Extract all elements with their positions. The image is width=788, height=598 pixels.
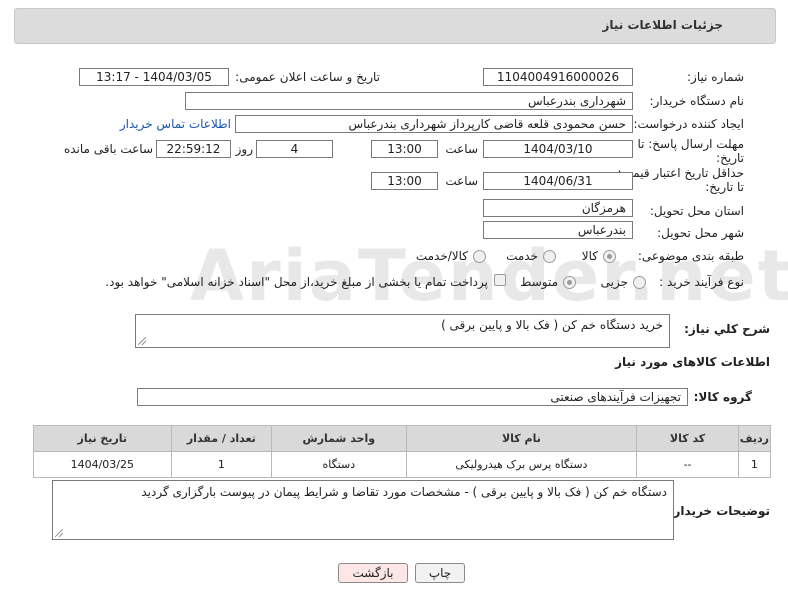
description-text: خرید دستگاه خم کن ( فک بالا و پایین برقی… — [441, 318, 663, 332]
col-header-quantity: تعداد / مقدار — [170, 425, 273, 452]
city-label: شهر محل تحویل: — [657, 226, 744, 240]
col-header-need-date: تاریخ نیاز — [33, 425, 172, 452]
col-header-row-number: ردیف — [737, 425, 772, 452]
buyer-org-field: شهرداری بندرعباس — [185, 92, 633, 110]
cell-item-code: -- — [636, 451, 739, 478]
table-row: 1 -- دستگاه پرس برک هیدرولیکی دستگاه 1 1… — [33, 451, 772, 478]
resize-handle-icon[interactable] — [138, 337, 146, 345]
buyer-contact-link[interactable]: اطلاعات تماس خریدار — [120, 117, 231, 131]
page-title: جزئیات اطلاعات نیاز — [602, 18, 723, 32]
province-label: استان محل تحویل: — [649, 204, 744, 218]
goods-group-field: تجهیزات فرآیندهای صنعتی — [137, 388, 688, 406]
treasury-payment-note: پرداخت تمام یا بخشی از مبلغ خرید،از محل … — [105, 275, 488, 289]
cell-item-name: دستگاه پرس برک هیدرولیکی — [405, 451, 638, 478]
buyer-org-label: نام دستگاه خریدار: — [649, 94, 745, 108]
process-option-minor: جزیی — [600, 275, 628, 289]
col-header-item-code: کد کالا — [636, 425, 739, 452]
remaining-label: ساعت باقی مانده — [63, 142, 153, 156]
cell-need-date: 1404/03/25 — [33, 451, 172, 478]
deadline-label-line2: تاریخ: — [716, 151, 744, 165]
buyer-notes-textarea[interactable]: دستگاه خم کن ( فک بالا و پایین برقی ) - … — [52, 480, 674, 540]
province-field: هرمزگان — [483, 199, 633, 217]
description-textarea[interactable]: خرید دستگاه خم کن ( فک بالا و پایین برقی… — [135, 314, 670, 348]
col-header-unit: واحد شمارش — [271, 425, 407, 452]
category-option-service: خدمت — [506, 249, 538, 263]
announce-label: تاریخ و ساعت اعلان عمومی: — [235, 70, 380, 84]
validity-label-line1: حداقل تاریخ اعتبار قیمت: — [617, 166, 744, 180]
city-field: بندرعباس — [483, 221, 633, 239]
buyer-notes-label: توضیحات خریدار: — [668, 504, 770, 518]
creator-field: حسن محمودی قلعه قاضی کارپرداز شهرداری بن… — [235, 115, 633, 133]
goods-table: ردیف کد کالا نام کالا واحد شمارش تعداد /… — [33, 425, 772, 478]
cell-quantity: 1 — [170, 451, 273, 478]
print-button[interactable]: چاپ — [415, 563, 465, 583]
description-label: شرح كلي نياز: — [684, 322, 770, 336]
deadline-date-field: 1404/03/10 — [483, 140, 633, 158]
process-option-medium: متوسط — [520, 275, 558, 289]
category-option-goods: کالا — [581, 249, 598, 263]
back-button[interactable]: بازگشت — [338, 563, 408, 583]
goods-group-label: گروه کالا: — [693, 390, 752, 404]
deadline-label-line1: مهلت ارسال پاسخ: تا — [637, 137, 744, 151]
buyer-notes-text: دستگاه خم کن ( فک بالا و پایین برقی ) - … — [141, 485, 667, 499]
goods-section-title: اطلاعات کالاهای مورد نیاز — [615, 355, 770, 369]
treasury-payment-checkbox[interactable] — [494, 274, 506, 286]
announce-field: 1404/03/05 - 13:17 — [79, 68, 229, 86]
validity-label-line2: تا تاریخ: — [705, 180, 744, 194]
header-panel: جزئیات اطلاعات نیاز — [14, 8, 776, 44]
category-radio-goods-service[interactable] — [473, 250, 486, 263]
need-number-field: 1104004916000026 — [483, 68, 633, 86]
cell-row-number: 1 — [737, 451, 772, 478]
col-header-item-name: نام کالا — [405, 425, 638, 452]
resize-handle-icon[interactable] — [55, 529, 63, 537]
category-radio-service[interactable] — [543, 250, 556, 263]
category-label: طبقه بندی موضوعی: — [637, 249, 744, 263]
category-radio-goods[interactable] — [603, 250, 616, 263]
validity-time-field: 13:00 — [371, 172, 438, 190]
category-option-goods-service: کالا/خدمت — [415, 249, 468, 263]
validity-time-label: ساعت — [445, 174, 478, 188]
process-label: نوع فرآیند خرید : — [659, 275, 744, 289]
process-radio-medium[interactable] — [563, 276, 576, 289]
cell-unit: دستگاه — [271, 451, 407, 478]
creator-label: ایجاد کننده درخواست: — [633, 117, 744, 131]
deadline-time-label: ساعت — [445, 142, 478, 156]
need-number-label: شماره نیاز: — [687, 70, 744, 84]
process-radio-minor[interactable] — [633, 276, 646, 289]
deadline-time-field: 13:00 — [371, 140, 438, 158]
remaining-time-field: 22:59:12 — [156, 140, 231, 158]
validity-date-field: 1404/06/31 — [483, 172, 633, 190]
table-header-row: ردیف کد کالا نام کالا واحد شمارش تعداد /… — [33, 425, 772, 452]
days-field: 4 — [256, 140, 333, 158]
